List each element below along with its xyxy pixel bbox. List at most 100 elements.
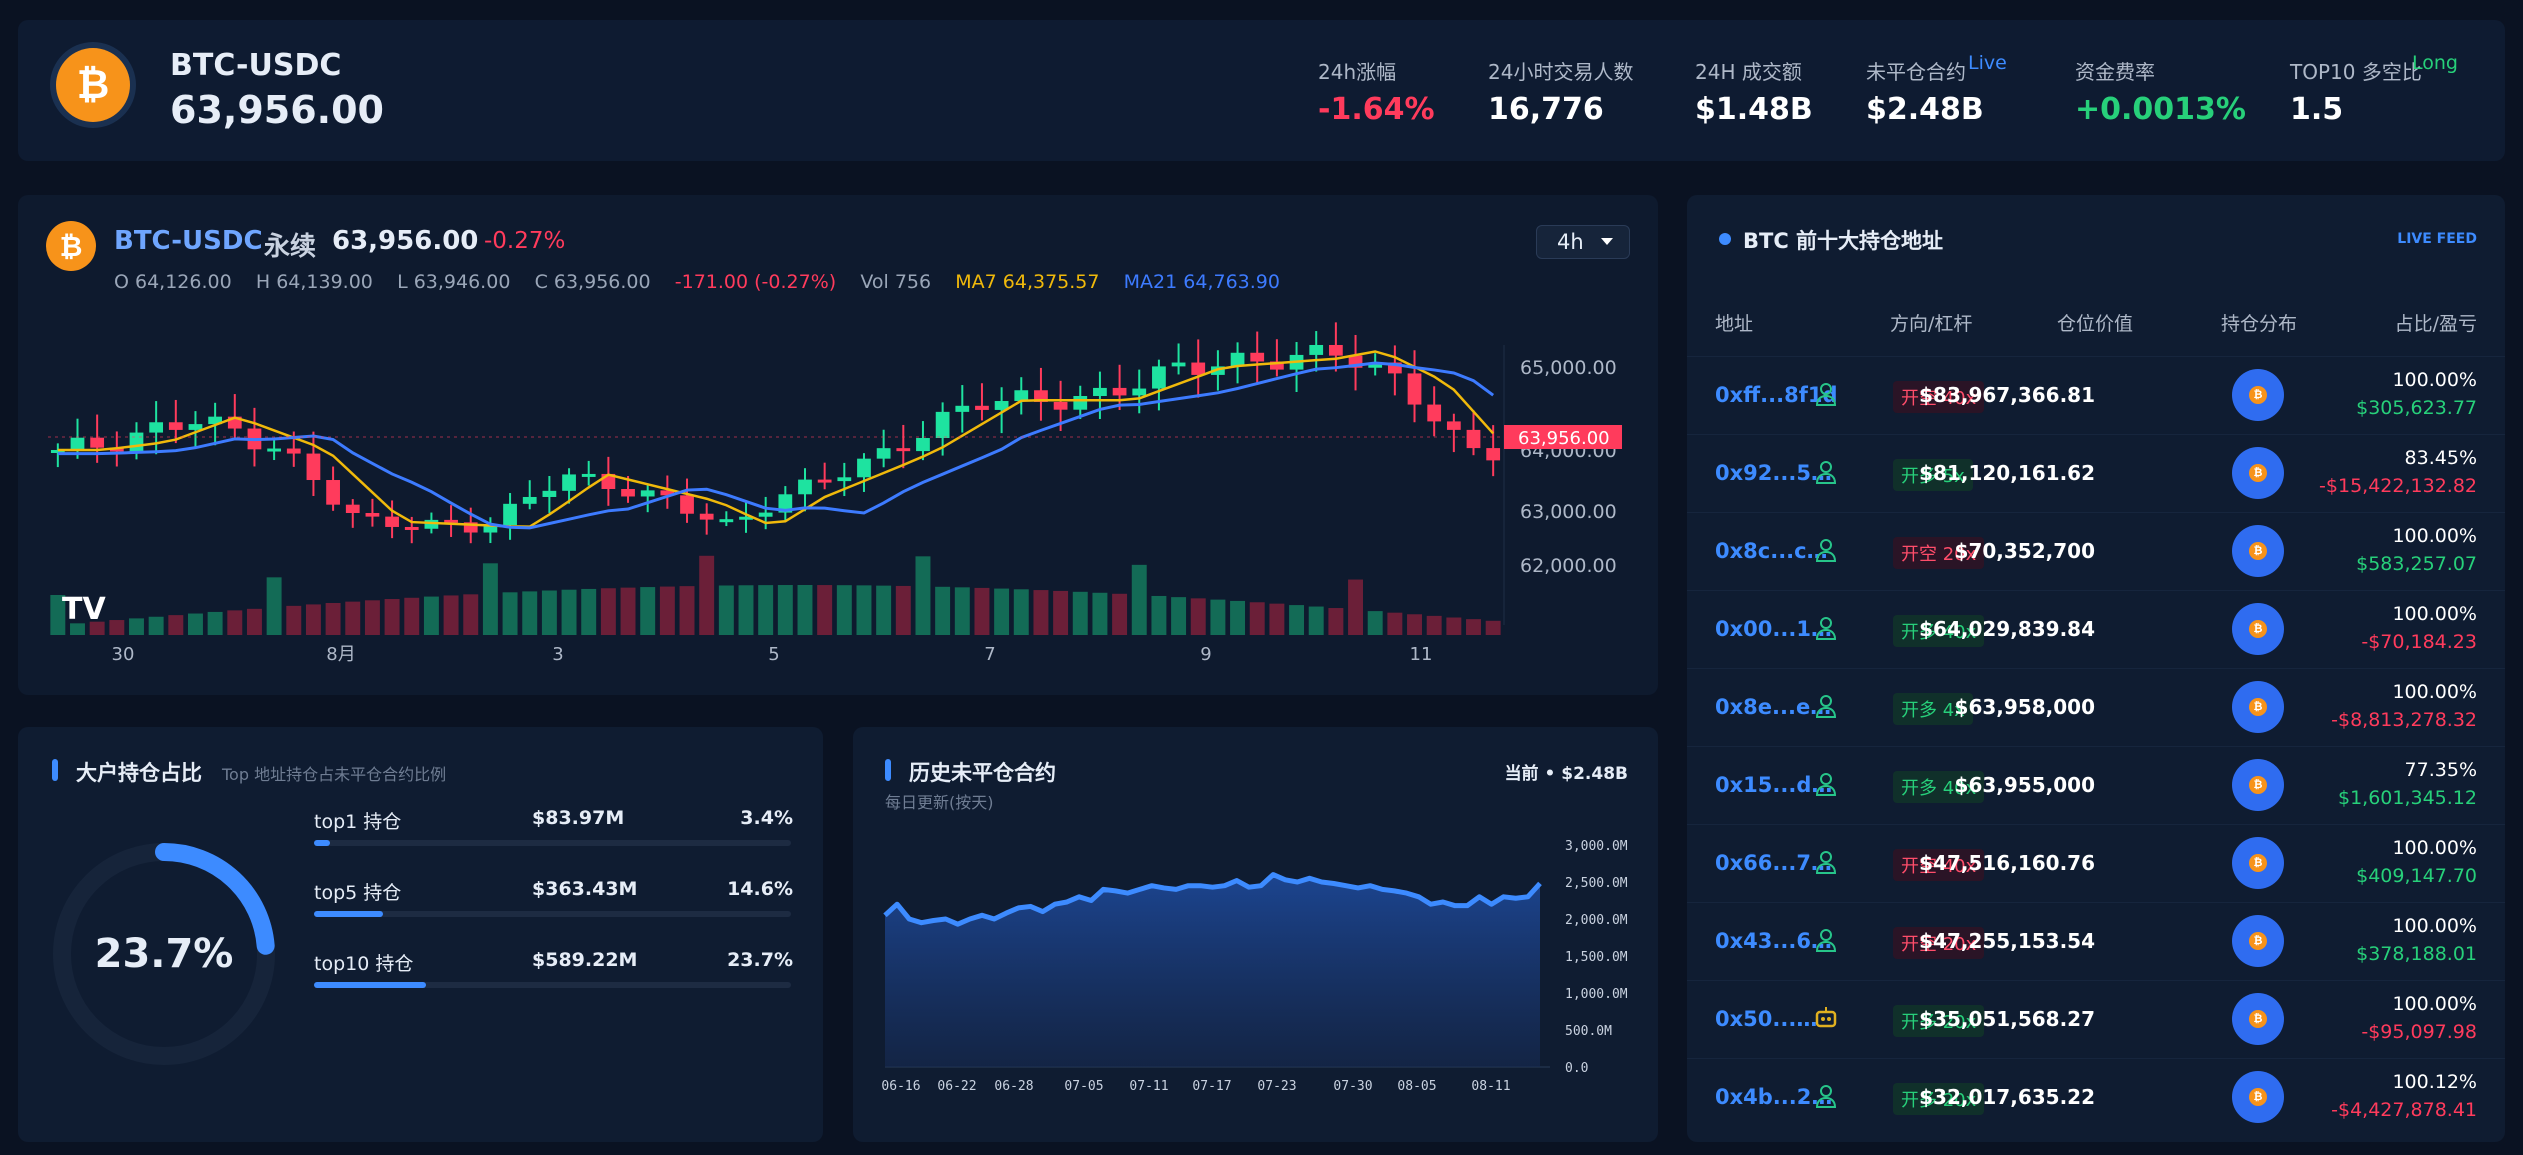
- table-row[interactable]: 0x15...d… 开多 40x $63,955,000 ₿ 77.35% $1…: [1687, 746, 2505, 824]
- table-row[interactable]: 0x8c...c… 开空 20x $70,352,700 ₿ 100.00% $…: [1687, 512, 2505, 590]
- holding-pct: 3.4%: [740, 807, 793, 829]
- distribution-pie-icon: ₿: [2232, 369, 2284, 421]
- volume-bar: [1171, 597, 1187, 635]
- table-row[interactable]: 0x4b...2… 开多 20x $32,017,635.22 ₿ 100.12…: [1687, 1058, 2505, 1136]
- btc-logo-icon: ₿: [56, 48, 130, 122]
- pair-name: BTC-USDC: [170, 48, 342, 83]
- volume-bar: [384, 599, 400, 635]
- share-pct: 100.00%: [2392, 603, 2477, 625]
- ticker-header: ₿ BTC-USDC 63,956.00 24h涨幅 -1.64% 24小时交易人…: [18, 20, 2505, 161]
- volume-bar: [718, 585, 734, 635]
- share-pct: 100.00%: [2392, 915, 2477, 937]
- volume-bar: [974, 587, 990, 635]
- stat-value: -1.64%: [1318, 92, 1435, 127]
- volume-bar: [168, 615, 184, 635]
- user-icon: [1815, 539, 1837, 562]
- candle-body: [149, 422, 164, 433]
- distribution-pie-icon: ₿: [2232, 681, 2284, 733]
- candle-body: [90, 437, 105, 448]
- pnl-value: $1,601,345.12: [2337, 787, 2477, 809]
- holder-address[interactable]: 0x8e...e…: [1715, 695, 1831, 719]
- holder-address[interactable]: 0x8c...c…: [1715, 539, 1828, 563]
- pnl-value: -$8,813,278.32: [2331, 709, 2477, 731]
- table-row[interactable]: 0x00...1… 开多 40x $64,029,839.84 ₿ 100.00…: [1687, 590, 2505, 668]
- candle-body: [640, 490, 655, 497]
- x-tick-label: 11: [1410, 644, 1433, 665]
- oi-area-chart[interactable]: 3,000.0M 2,500.0M 2,000.0M 1,500.0M 1,000.0M…: [853, 727, 1658, 1142]
- candle-body: [837, 477, 852, 482]
- table-row[interactable]: 0xff...8f1d 开空 40x $83,967,366.81 ₿ 100.…: [1687, 356, 2505, 434]
- candle-body: [365, 513, 380, 517]
- table-row[interactable]: 0x50...… 开多 20x $35,051,568.27 ₿ 100.00%…: [1687, 980, 2505, 1058]
- table-row[interactable]: 0x92...5… 开多 5x $81,120,161.62 ₿ 83.45% …: [1687, 434, 2505, 512]
- table-row[interactable]: 0x43...6… 开空 20x $47,255,153.54 ₿ 100.00…: [1687, 902, 2505, 980]
- volume-bar: [522, 591, 538, 635]
- user-icon: [1815, 851, 1837, 874]
- top10-title: BTC 前十大持仓地址: [1743, 229, 1944, 253]
- oi-x-tick: 07-05: [1064, 1079, 1103, 1094]
- volume-bar: [954, 587, 970, 635]
- pnl-value: -$4,427,878.41: [2331, 1099, 2477, 1121]
- price-tag-label: 63,956.00: [1518, 428, 1610, 449]
- oi-y-tick: 3,000.0M: [1565, 839, 1628, 854]
- pnl-value: -$15,422,132.82: [2319, 475, 2477, 497]
- holding-label: top1 持仓: [314, 811, 402, 833]
- volume-bar: [1131, 564, 1147, 635]
- user-icon: [1815, 695, 1837, 718]
- stat-label: 24小时交易人数: [1488, 60, 1634, 84]
- candle-body: [286, 448, 301, 454]
- table-row[interactable]: 0x8e...e… 开多 4x $63,958,000 ₿ 100.00% -$…: [1687, 668, 2505, 746]
- candle-body: [817, 479, 832, 483]
- stat-label: TOP10 多空比: [2290, 60, 2422, 84]
- volume-bar: [620, 587, 636, 635]
- holding-pct: 23.7%: [727, 949, 793, 971]
- holding-bar: [314, 840, 791, 846]
- candle-body: [168, 422, 183, 430]
- volume-bar: [1387, 612, 1403, 635]
- candle-body: [326, 480, 340, 505]
- stat-value: 1.5: [2290, 92, 2344, 127]
- volume-bar: [1033, 590, 1049, 635]
- position-value: $83,967,366.81: [1919, 383, 2095, 407]
- volume-bar: [600, 588, 616, 635]
- candle-body: [522, 496, 537, 504]
- live-feed-label: LIVE FEED: [2397, 231, 2477, 247]
- table-row[interactable]: 0x66...7… 开空 40x $47,516,160.76 ₿ 100.00…: [1687, 824, 2505, 902]
- volume-bar: [856, 585, 872, 635]
- volume-bar: [1249, 602, 1265, 635]
- volume-bar: [148, 616, 164, 635]
- stat-label: 24h涨幅: [1318, 60, 1397, 84]
- candle-body: [1466, 429, 1481, 449]
- candlestick-chart[interactable]: 65,000.0064,000.0063,000.0062,000.0063,9…: [18, 195, 1658, 695]
- volume-bar: [679, 586, 695, 635]
- candle-body: [1053, 401, 1068, 410]
- distribution-pie-icon: ₿: [2232, 603, 2284, 655]
- user-icon: [1815, 461, 1837, 484]
- stat-value: 16,776: [1488, 92, 1604, 127]
- candle-body: [621, 488, 635, 497]
- holdings-center-pct: 23.7%: [94, 931, 234, 977]
- oi-y-tick: 500.0M: [1565, 1024, 1612, 1039]
- candle-body: [306, 453, 321, 481]
- share-pct: 100.12%: [2392, 1071, 2477, 1093]
- volume-bar: [364, 600, 380, 635]
- holding-value: $589.22M: [532, 949, 638, 971]
- holder-address[interactable]: 0x50...…: [1715, 1007, 1817, 1031]
- candle-body: [345, 504, 360, 514]
- volume-bar: [777, 585, 793, 635]
- candle-body: [70, 437, 85, 450]
- oi-x-tick: 06-22: [937, 1079, 976, 1094]
- oi-x-tick: 08-05: [1397, 1079, 1436, 1094]
- col-distribution: 持仓分布: [2221, 313, 2298, 335]
- volume-bar: [246, 608, 262, 635]
- volume-bar: [1230, 600, 1246, 635]
- oi-x-tick: 08-11: [1471, 1079, 1510, 1094]
- candle-body: [1446, 421, 1461, 430]
- position-value: $70,352,700: [1954, 539, 2095, 563]
- candle-body: [857, 458, 871, 478]
- candle-body: [916, 438, 930, 452]
- user-icon: [1815, 773, 1837, 796]
- holding-bar: [314, 911, 791, 917]
- stat-label: 未平仓合约: [1866, 60, 1966, 84]
- volume-bar: [129, 618, 144, 635]
